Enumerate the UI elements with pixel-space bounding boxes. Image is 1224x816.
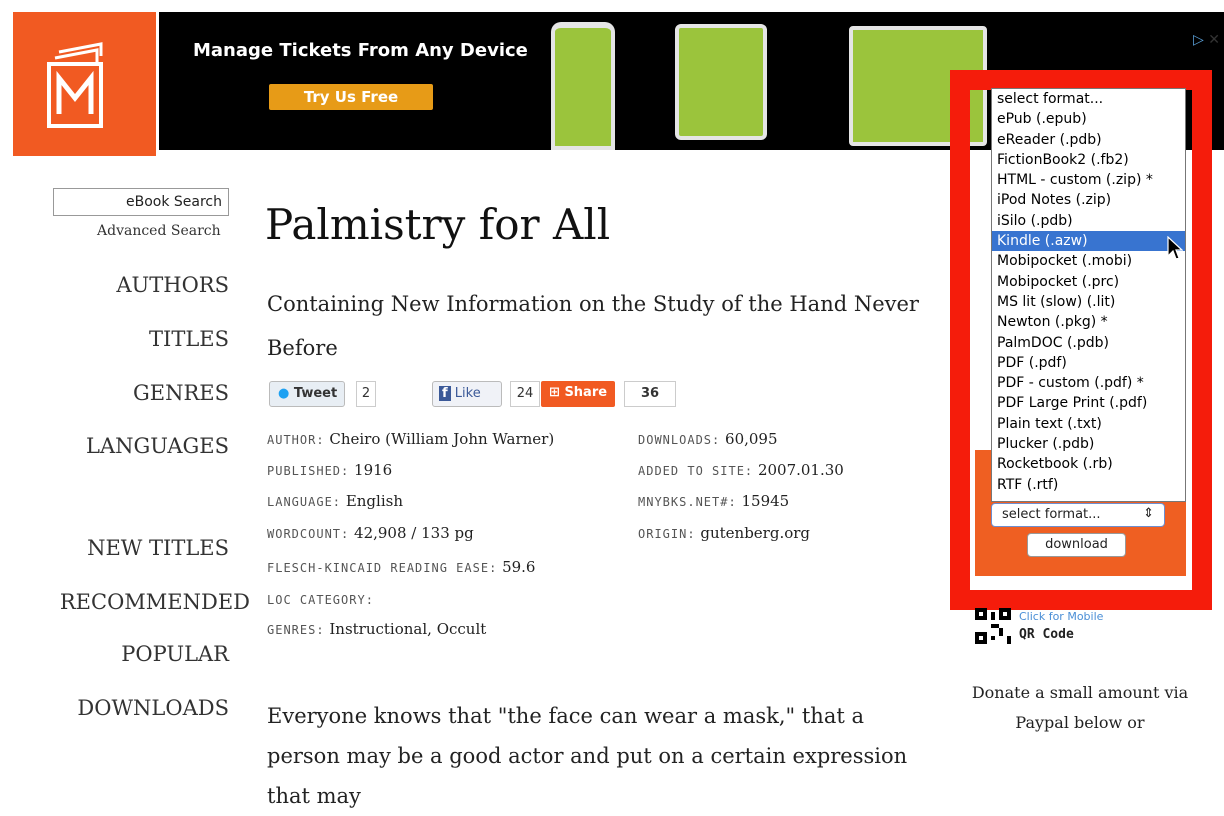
share-count: 36 <box>624 381 676 407</box>
adchoices-icon[interactable]: ▷ <box>1193 32 1204 48</box>
download-button[interactable]: download <box>1027 533 1126 557</box>
meta-value: 1916 <box>354 461 393 479</box>
book-logo-icon <box>47 42 103 128</box>
tweet-button[interactable]: ● Tweet <box>269 381 345 407</box>
select-arrows-icon: ⇕ <box>1143 506 1154 521</box>
meta-reading-ease: FLESCH-KINCAID READING EASE: 59.6 <box>267 558 535 576</box>
nav-popular[interactable]: POPULAR <box>121 642 229 666</box>
format-option[interactable]: ePub (.epub) <box>992 109 1185 129</box>
nav-recommended[interactable]: RECOMMENDED <box>60 590 250 614</box>
meta-added: ADDED TO SITE: 2007.01.30 <box>638 461 844 479</box>
share-plus-icon: ⊞ <box>549 385 560 400</box>
facebook-like-button[interactable]: f Like <box>432 381 502 407</box>
meta-key: PUBLISHED: <box>267 464 350 478</box>
nav-genres[interactable]: GENRES <box>133 381 229 405</box>
meta-value: English <box>345 492 403 510</box>
tweet-label: Tweet <box>293 386 338 401</box>
meta-value: 2007.01.30 <box>757 461 844 479</box>
donate-text: Donate a small amount via Paypal below o… <box>971 683 1189 732</box>
twitter-bird-icon: ● <box>278 386 290 401</box>
meta-value: 59.6 <box>502 558 536 576</box>
format-option[interactable]: HTML - custom (.zip) * <box>992 170 1185 190</box>
format-select[interactable]: select format... ⇕ <box>991 503 1165 527</box>
meta-value: 60,095 <box>725 430 778 448</box>
book-description: Everyone knows that "the face can wear a… <box>267 704 908 808</box>
ad-controls: ▷ ✕ <box>1193 32 1220 48</box>
format-option[interactable]: PalmDOC (.pdb) <box>992 333 1185 353</box>
format-option[interactable]: iPod Notes (.zip) <box>992 190 1185 210</box>
format-option[interactable]: eReader (.pdb) <box>992 130 1185 150</box>
meta-key: ADDED TO SITE: <box>638 464 754 478</box>
format-option[interactable]: PDF (.pdf) <box>992 353 1185 373</box>
meta-genres: GENRES: Instructional, Occult <box>267 620 486 638</box>
meta-key: LOC CATEGORY: <box>267 593 374 607</box>
ad-close-icon[interactable]: ✕ <box>1208 32 1220 48</box>
advanced-search-link[interactable]: Advanced Search <box>97 223 221 239</box>
phone-image <box>551 22 615 150</box>
format-option[interactable]: PDF - custom (.pdf) * <box>992 373 1185 393</box>
format-option-highlighted[interactable]: Kindle (.azw) <box>992 231 1185 252</box>
ad-cta-button[interactable]: Try Us Free <box>269 84 433 110</box>
qr-code-label: QR Code <box>1019 627 1074 642</box>
meta-key: GENRES: <box>267 623 325 637</box>
book-title: Palmistry for All <box>265 200 611 249</box>
format-option[interactable]: Mobipocket (.prc) <box>992 272 1185 292</box>
nav-languages[interactable]: LANGUAGES <box>86 434 229 458</box>
meta-key: ORIGIN: <box>638 527 696 541</box>
meta-key: WORDCOUNT: <box>267 527 350 541</box>
origin-link[interactable]: gutenberg.org <box>700 524 810 542</box>
format-option[interactable]: select format... <box>992 89 1185 109</box>
share-button[interactable]: ⊞ Share <box>541 381 615 407</box>
tweet-count: 2 <box>356 381 376 407</box>
nav-downloads[interactable]: DOWNLOADS <box>77 696 229 720</box>
nav-titles[interactable]: TITLES <box>149 327 229 351</box>
format-option[interactable]: Plucker (.pdb) <box>992 434 1185 454</box>
format-dropdown-list[interactable]: select format... ePub (.epub) eReader (.… <box>991 88 1186 502</box>
format-select-value: select format... <box>1002 507 1101 522</box>
tablet-image <box>675 24 767 140</box>
nav-authors[interactable]: AUTHORS <box>116 273 229 297</box>
meta-value: 15945 <box>741 492 790 510</box>
format-option[interactable]: PDF Large Print (.pdf) <box>992 393 1185 413</box>
format-option[interactable]: Newton (.pkg) * <box>992 312 1185 332</box>
qr-mobile-link[interactable]: Click for Mobile <box>1019 610 1103 623</box>
nav-new-titles[interactable]: NEW TITLES <box>87 536 229 560</box>
ad-title: Manage Tickets From Any Device <box>193 40 528 61</box>
meta-published: PUBLISHED: 1916 <box>267 461 392 479</box>
author-link[interactable]: Cheiro (William John Warner) <box>329 430 554 448</box>
meta-key: MNYBKS.NET#: <box>638 495 737 509</box>
format-option[interactable]: Plain text (.txt) <box>992 414 1185 434</box>
meta-wordcount: WORDCOUNT: 42,908 / 133 pg <box>267 524 474 542</box>
meta-value: 42,908 / 133 pg <box>354 524 474 542</box>
meta-loc-category: LOC CATEGORY: <box>267 590 374 608</box>
like-label: Like <box>454 386 481 401</box>
ebook-search-input[interactable]: eBook Search <box>53 188 229 216</box>
meta-language: LANGUAGE: English <box>267 492 403 510</box>
meta-key: FLESCH-KINCAID READING EASE: <box>267 561 498 575</box>
book-subtitle: Containing New Information on the Study … <box>267 292 919 360</box>
mouse-cursor-icon <box>1167 236 1183 260</box>
meta-author: AUTHOR: Cheiro (William John Warner) <box>267 430 554 448</box>
share-label: Share <box>564 385 608 400</box>
format-option[interactable]: Rocketbook (.rb) <box>992 454 1185 474</box>
format-option[interactable]: iSilo (.pdb) <box>992 211 1185 231</box>
meta-downloads: DOWNLOADS: 60,095 <box>638 430 778 448</box>
format-option[interactable]: Mobipocket (.mobi) <box>992 251 1185 271</box>
meta-origin: ORIGIN: gutenberg.org <box>638 524 810 542</box>
meta-key: LANGUAGE: <box>267 495 342 509</box>
meta-key: AUTHOR: <box>267 433 325 447</box>
site-logo[interactable] <box>13 12 156 156</box>
format-option[interactable]: MS lit (slow) (.lit) <box>992 292 1185 312</box>
facebook-icon: f <box>439 386 451 401</box>
format-option[interactable]: RTF (.rtf) <box>992 475 1185 495</box>
genres-links[interactable]: Instructional, Occult <box>329 620 486 638</box>
like-count: 24 <box>510 381 540 407</box>
qr-code-icon[interactable] <box>975 608 1011 644</box>
meta-key: DOWNLOADS: <box>638 433 721 447</box>
format-option[interactable]: FictionBook2 (.fb2) <box>992 150 1185 170</box>
meta-mnybks-id: MNYBKS.NET#: 15945 <box>638 492 789 510</box>
